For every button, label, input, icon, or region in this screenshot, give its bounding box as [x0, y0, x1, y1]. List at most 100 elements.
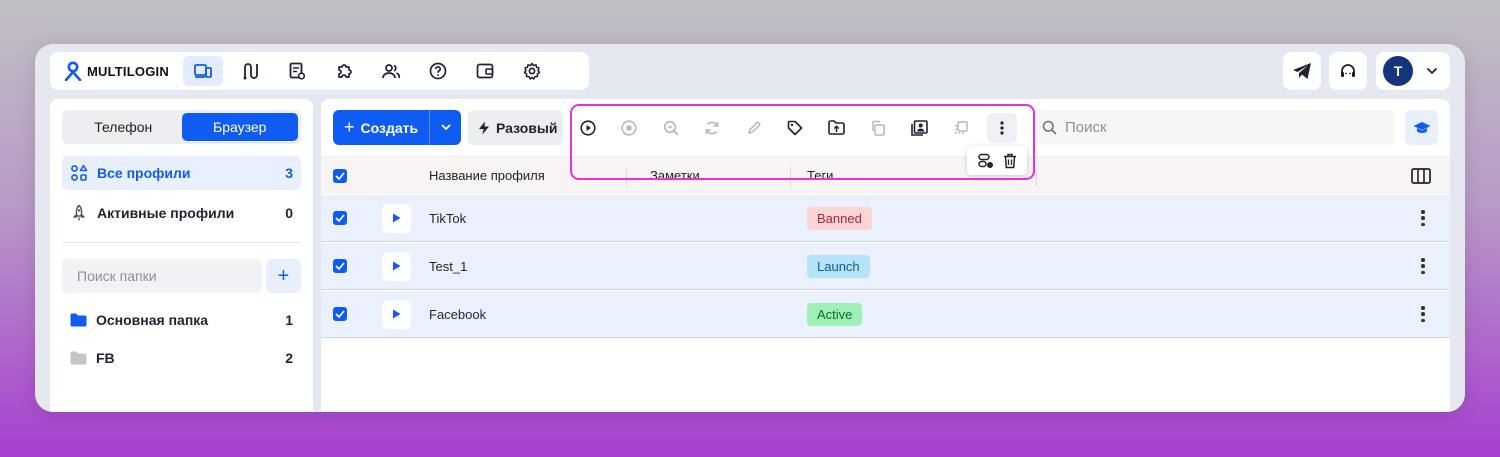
nav-scripts[interactable] [277, 56, 317, 86]
nav-team[interactable] [371, 56, 411, 86]
create-button[interactable]: + Создать [333, 117, 429, 138]
profile-stack-icon [910, 119, 928, 136]
routes-icon [243, 63, 258, 80]
refresh-icon [705, 121, 719, 134]
rocket-icon [73, 204, 85, 221]
nav-devices[interactable] [182, 56, 223, 86]
start-profile-button[interactable] [382, 203, 411, 233]
one-off-label: Разовый [496, 119, 558, 136]
start-profile-button[interactable] [382, 251, 411, 281]
logo[interactable]: MULTILOGIN [64, 61, 169, 81]
column-settings-button[interactable] [1411, 168, 1431, 187]
tag-badge: Launch [807, 254, 870, 278]
more-actions-popup [967, 146, 1027, 175]
row-menu-button[interactable] [1417, 208, 1429, 228]
row-checkbox[interactable] [333, 307, 347, 321]
profiles-panel: + Создать Разовый Поиск Название профиля… [321, 99, 1450, 412]
toggle-browser[interactable]: Браузер [181, 113, 298, 141]
folder-label: FB [96, 350, 115, 366]
sidebar-item-all-profiles[interactable]: Все профили 3 [62, 156, 301, 190]
column-header-tags[interactable]: Теги [807, 168, 833, 183]
profile-search [1032, 110, 1395, 145]
sidebar-item-active-profiles[interactable]: Активные профили 0 [62, 196, 301, 230]
sidebar-item-count: 0 [285, 205, 293, 221]
delete-button[interactable] [1003, 153, 1017, 169]
nav-wallet[interactable] [465, 56, 505, 86]
table-header: Название профиля Заметки Теги [321, 156, 1450, 194]
row-checkbox[interactable] [333, 211, 347, 225]
support-button[interactable] [1329, 52, 1367, 90]
column-header-name[interactable]: Название профиля [429, 168, 545, 183]
check-proxy-button[interactable] [656, 113, 686, 143]
row-checkbox[interactable] [333, 259, 347, 273]
folder-item-fb[interactable]: FB 2 [62, 343, 301, 373]
help-icon [429, 62, 447, 80]
nav-routes[interactable] [230, 56, 270, 86]
platform-toggle: Телефон Браузер [62, 110, 301, 144]
pencil-icon [747, 120, 761, 134]
column-resizer[interactable] [790, 167, 791, 187]
zoom-check-icon [663, 120, 679, 136]
add-folder-button[interactable]: + [266, 259, 301, 293]
team-icon [382, 64, 401, 79]
create-dropdown-button[interactable] [430, 124, 461, 131]
refresh-button[interactable] [697, 113, 727, 143]
folder-search [62, 259, 262, 293]
start-profile-button[interactable] [382, 299, 411, 329]
server-settings-icon [977, 153, 993, 168]
sidebar-item-label: Активные профили [97, 205, 235, 221]
clone-button[interactable] [863, 113, 893, 143]
folder-icon [70, 351, 87, 365]
folder-count: 2 [285, 350, 293, 366]
table-row[interactable]: Test_1 Launch [321, 243, 1450, 290]
sidebar-divider [62, 242, 301, 243]
profile-search-input[interactable] [1065, 119, 1395, 136]
more-vertical-icon [1000, 120, 1004, 135]
play-circle-icon [580, 119, 596, 136]
row-menu-button[interactable] [1417, 256, 1429, 276]
row-menu-button[interactable] [1417, 304, 1429, 324]
folder-search-input[interactable] [77, 268, 258, 284]
plus-icon: + [344, 117, 355, 137]
column-header-notes[interactable]: Заметки [650, 168, 700, 183]
select-all-checkbox[interactable] [333, 168, 347, 183]
toggle-phone[interactable]: Телефон [65, 113, 182, 141]
graduation-cap-icon [1413, 121, 1430, 133]
check-icon [335, 214, 345, 222]
profile-name[interactable]: Test_1 [429, 259, 467, 274]
account-menu[interactable]: T [1376, 52, 1450, 90]
chevron-down-icon [1426, 67, 1438, 75]
learning-center-button[interactable] [1405, 110, 1438, 145]
table-row[interactable]: Facebook Active [321, 291, 1450, 338]
one-off-profile-button[interactable]: Разовый [468, 110, 563, 145]
select-copy-button[interactable] [946, 113, 976, 143]
profile-name[interactable]: TikTok [429, 211, 466, 226]
stop-circle-icon [621, 119, 637, 136]
nav-help[interactable] [418, 56, 458, 86]
folder-label: Основная папка [96, 312, 209, 328]
telegram-button[interactable] [1283, 52, 1321, 90]
profile-name[interactable]: Facebook [429, 307, 486, 322]
logo-text: MULTILOGIN [87, 63, 169, 79]
more-actions-button[interactable] [986, 112, 1017, 143]
profile-templates-button[interactable] [904, 113, 934, 143]
table-row[interactable]: TikTok Banned [321, 195, 1450, 242]
top-nav: MULTILOGIN [50, 52, 589, 90]
nav-settings[interactable] [512, 56, 552, 86]
folder-item-main[interactable]: Основная папка 1 [62, 305, 301, 335]
start-button[interactable] [573, 113, 603, 143]
tag-button[interactable] [780, 113, 810, 143]
play-icon [393, 213, 401, 223]
scripts-icon [289, 62, 305, 80]
stop-button[interactable] [614, 113, 644, 143]
duplicate-icon [954, 120, 968, 134]
nav-extensions[interactable] [324, 56, 364, 86]
sidebar: Телефон Браузер Все профили 3 Активные п… [50, 99, 313, 412]
sidebar-item-label: Все профили [97, 165, 191, 181]
proxy-settings-button[interactable] [977, 153, 994, 169]
sidebar-item-count: 3 [285, 165, 293, 181]
move-to-folder-button[interactable] [821, 113, 851, 143]
edit-button[interactable] [739, 113, 769, 143]
column-resizer[interactable] [626, 167, 627, 187]
column-resizer[interactable] [1036, 167, 1037, 187]
